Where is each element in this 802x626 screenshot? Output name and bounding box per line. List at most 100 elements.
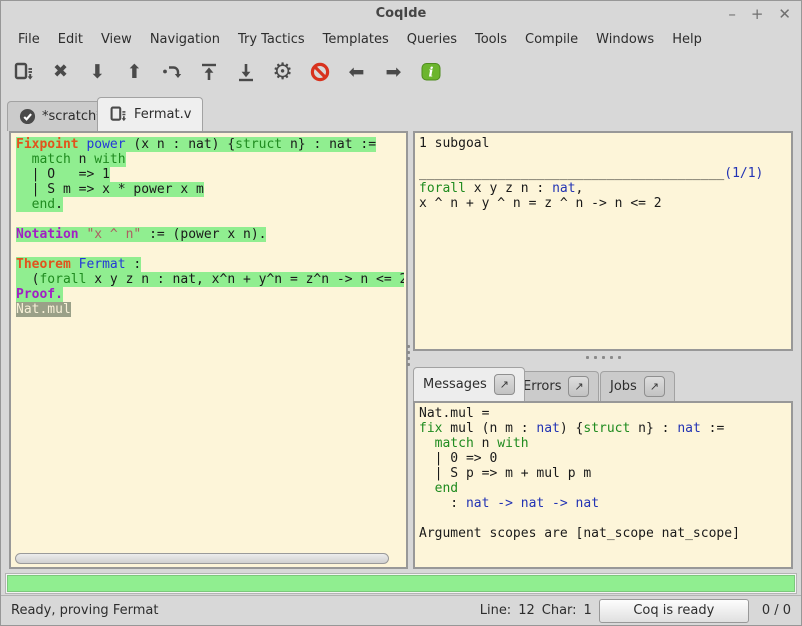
code-line: Proof. [16, 287, 404, 302]
code-line: (forall x y z n : nat, x^n + y^n = z^n -… [16, 272, 404, 287]
code-line: : nat -> nat -> nat [419, 496, 791, 511]
tab-fermat[interactable]: Fermat.v [97, 97, 203, 131]
window-title: CoqIde [1, 1, 801, 27]
go-to-end-icon [235, 61, 257, 83]
check-circle-icon [19, 108, 36, 125]
detach-icon: ↗ [574, 380, 583, 393]
tab-jobs[interactable]: Jobs ↗ [600, 371, 675, 401]
coqide-window: CoqIde – + ✕ File Edit View Navigation T… [0, 0, 802, 626]
menu-queries[interactable]: Queries [398, 30, 466, 49]
close-buffer-button[interactable]: ✖ [44, 56, 77, 89]
interrupt-icon [309, 61, 331, 83]
fully-check-icon: ⚙ [272, 61, 293, 84]
detach-button[interactable]: ↗ [494, 374, 515, 395]
previous-button[interactable]: ⬅ [340, 56, 373, 89]
code-line [16, 212, 404, 227]
coq-status-button[interactable]: Coq is ready [599, 599, 749, 623]
status-message: Ready, proving Fermat [11, 603, 480, 618]
status-bar: Ready, proving Fermat Line: 12 Char: 1 C… [1, 595, 801, 625]
progress-fill [7, 575, 795, 592]
detach-button[interactable]: ↗ [644, 376, 665, 397]
code-line: x ^ n + y ^ n = z ^ n -> n <= 2 [419, 196, 791, 211]
code-line [16, 242, 404, 257]
code-line: Theorem Fermat : [16, 257, 404, 272]
tab-label: *scratch* [42, 109, 103, 124]
go-to-end-button[interactable] [229, 56, 262, 89]
save-button[interactable] [7, 56, 40, 89]
toolbar: ✖ ⬇ ⬆ ⚙ [1, 51, 801, 93]
interrupt-button[interactable] [303, 56, 336, 89]
script-editor-pane[interactable]: Fixpoint power (x n : nat) {struct n} : … [9, 131, 408, 569]
code-line: match n with [419, 436, 791, 451]
message-tab-bar: Messages ↗ Errors ↗ Jobs ↗ [413, 364, 793, 401]
maximize-icon[interactable]: + [751, 7, 764, 22]
fully-check-button[interactable]: ⚙ [266, 56, 299, 89]
code-line [419, 511, 791, 526]
menu-windows[interactable]: Windows [587, 30, 663, 49]
close-icon[interactable]: ✕ [778, 7, 791, 22]
previous-icon: ⬅ [349, 63, 365, 82]
svg-text:i: i [428, 66, 433, 81]
menu-view[interactable]: View [92, 30, 141, 49]
menu-file[interactable]: File [9, 30, 49, 49]
menu-navigation[interactable]: Navigation [141, 30, 229, 49]
line-value: 12 [518, 603, 535, 618]
restart-button[interactable] [192, 56, 225, 89]
next-button[interactable]: ➡ [377, 56, 410, 89]
about-icon: i [420, 61, 442, 83]
window-controls: – + ✕ [728, 1, 791, 27]
go-to-cursor-button[interactable] [155, 56, 188, 89]
goal-counter: 0 / 0 [756, 603, 791, 618]
code-line: Nat.mul [16, 302, 404, 317]
tab-messages[interactable]: Messages ↗ [413, 367, 525, 401]
save-icon [109, 105, 128, 124]
tab-errors[interactable]: Errors ↗ [513, 371, 599, 401]
menu-try-tactics[interactable]: Try Tactics [229, 30, 314, 49]
menu-compile[interactable]: Compile [516, 30, 587, 49]
step-forward-button[interactable]: ⬇ [81, 56, 114, 89]
vertical-splitter[interactable] [406, 343, 411, 367]
restart-icon [198, 61, 220, 83]
code-line: | O => 1 [16, 167, 404, 182]
progress-bar [5, 573, 797, 594]
go-to-cursor-icon [161, 61, 183, 83]
detach-icon: ↗ [650, 380, 659, 393]
code-line: forall x y z n : nat, [419, 181, 791, 196]
menu-bar: File Edit View Navigation Try Tactics Te… [1, 27, 801, 51]
code-line: Notation "x ^ n" := (power x n). [16, 227, 404, 242]
document-tab-bar: *scratch* Fermat.v [1, 93, 801, 131]
code-line: Fixpoint power (x n : nat) {struct n} : … [16, 137, 404, 152]
messages-pane[interactable]: Nat.mul =fix mul (n m : nat) {struct n} … [413, 401, 793, 569]
script-editor-text[interactable]: Fixpoint power (x n : nat) {struct n} : … [13, 135, 404, 550]
char-label: Char: [542, 603, 577, 618]
code-line: | S m => x * power x m [16, 182, 404, 197]
code-line: 1 subgoal [419, 136, 791, 151]
goal-pane[interactable]: 1 subgoal ______________________________… [413, 131, 793, 351]
step-forward-icon: ⬇ [90, 63, 106, 82]
about-button[interactable]: i [414, 56, 447, 89]
code-line: | 0 => 0 [419, 451, 791, 466]
code-line: _______________________________________(… [419, 166, 791, 181]
save-icon [13, 61, 35, 83]
line-label: Line: [480, 603, 511, 618]
code-line: | S p => m + mul p m [419, 466, 791, 481]
code-line: Argument scopes are [nat_scope nat_scope… [419, 526, 791, 541]
char-value: 1 [584, 603, 592, 618]
horizontal-splitter[interactable] [413, 351, 793, 364]
horizontal-scrollbar[interactable] [15, 553, 389, 564]
code-line: fix mul (n m : nat) {struct n} : nat := [419, 421, 791, 436]
code-line: end [419, 481, 791, 496]
menu-tools[interactable]: Tools [466, 30, 516, 49]
menu-edit[interactable]: Edit [49, 30, 92, 49]
menu-help[interactable]: Help [663, 30, 711, 49]
tab-label: Fermat.v [134, 107, 191, 122]
step-backward-icon: ⬆ [127, 63, 143, 82]
menu-templates[interactable]: Templates [314, 30, 398, 49]
detach-icon: ↗ [500, 378, 509, 391]
detach-button[interactable]: ↗ [568, 376, 589, 397]
close-icon: ✖ [53, 63, 68, 81]
minimize-icon[interactable]: – [728, 7, 736, 22]
step-backward-button[interactable]: ⬆ [118, 56, 151, 89]
status-right: Line: 12 Char: 1 Coq is ready 0 / 0 [480, 599, 791, 623]
tab-label: Jobs [610, 379, 637, 394]
